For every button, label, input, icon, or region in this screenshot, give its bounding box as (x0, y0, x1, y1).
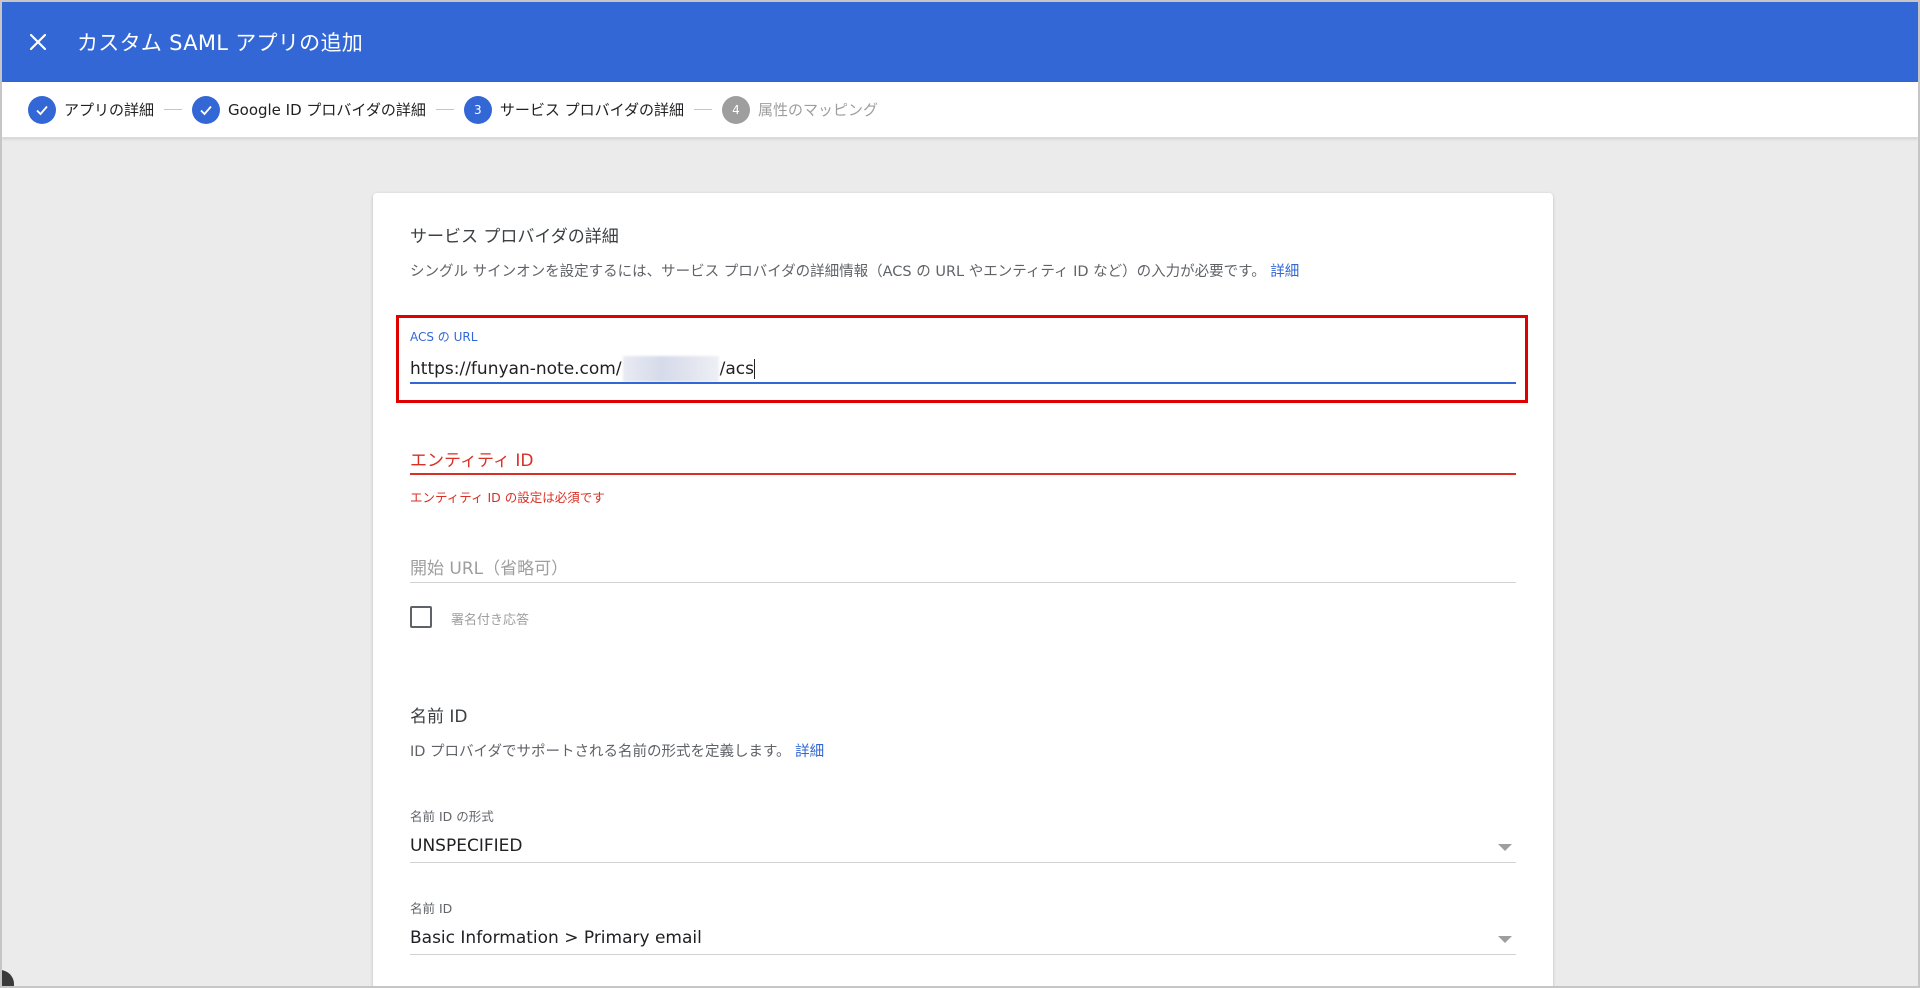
redacted-segment (622, 356, 719, 382)
name-id-title: 名前 ID (410, 707, 468, 727)
name-id-details-link[interactable]: 詳細 (795, 744, 824, 760)
sp-details-card: サービス プロバイダの詳細 シングル サインオンを設定するには、サービス プロバ… (373, 193, 1553, 988)
window-corner (0, 970, 14, 988)
step-app-details[interactable]: アプリの詳細 (28, 95, 155, 124)
acs-url-underline (410, 382, 1516, 384)
section-description: シングル サインオンを設定するには、サービス プロバイダの詳細情報（ACS の … (410, 264, 1300, 280)
name-id-format-underline (410, 862, 1516, 863)
close-button[interactable] (20, 24, 56, 60)
stepper: アプリの詳細 Google ID プロバイダの詳細 3 サービス プロバイダの詳… (2, 82, 1918, 138)
name-id-description: ID プロバイダでサポートされる名前の形式を定義します。 詳細 (410, 744, 825, 760)
dropdown-arrow-icon[interactable] (1498, 844, 1512, 851)
dropdown-arrow-icon[interactable] (1498, 936, 1512, 943)
acs-url-label: ACS の URL (410, 330, 478, 344)
start-url-underline (410, 582, 1516, 583)
step-divider (435, 109, 454, 110)
entity-id-input[interactable]: エンティティ ID (410, 446, 533, 471)
check-icon (28, 95, 56, 124)
step-divider (694, 109, 712, 110)
close-icon (29, 33, 47, 51)
step-idp-details[interactable]: Google ID プロバイダの詳細 (192, 95, 426, 124)
entity-id-underline (410, 473, 1516, 475)
step-attribute-mapping: 4 属性のマッピング (722, 95, 879, 124)
name-id-label: 名前 ID (410, 901, 453, 916)
text-caret (753, 359, 755, 379)
name-id-underline (410, 954, 1516, 955)
section-title: サービス プロバイダの詳細 (410, 227, 619, 247)
step-label: アプリの詳細 (64, 101, 155, 119)
signed-response-label: 署名付き応答 (451, 613, 530, 628)
name-id-format-select[interactable]: UNSPECIFIED (410, 836, 522, 856)
header-bar: カスタム SAML アプリの追加 (2, 2, 1918, 82)
name-id-format-label: 名前 ID の形式 (410, 809, 494, 824)
step-number: 3 (463, 95, 492, 124)
step-label: サービス プロバイダの詳細 (499, 101, 684, 119)
page-title: カスタム SAML アプリの追加 (77, 31, 364, 55)
name-id-select[interactable]: Basic Information > Primary email (410, 928, 702, 948)
step-label: 属性のマッピング (758, 101, 879, 119)
acs-url-input[interactable]: https://funyan-note.com/ /acs (410, 356, 755, 382)
step-label: Google ID プロバイダの詳細 (228, 101, 426, 119)
start-url-input[interactable]: 開始 URL（省略可） (410, 554, 568, 579)
entity-id-error: エンティティ ID の設定は必須です (410, 490, 605, 505)
signed-response-checkbox[interactable] (410, 606, 432, 628)
step-number: 4 (722, 95, 750, 124)
details-link[interactable]: 詳細 (1270, 264, 1299, 280)
step-sp-details[interactable]: 3 サービス プロバイダの詳細 (463, 95, 684, 124)
check-icon (192, 95, 221, 124)
step-divider (164, 109, 183, 110)
